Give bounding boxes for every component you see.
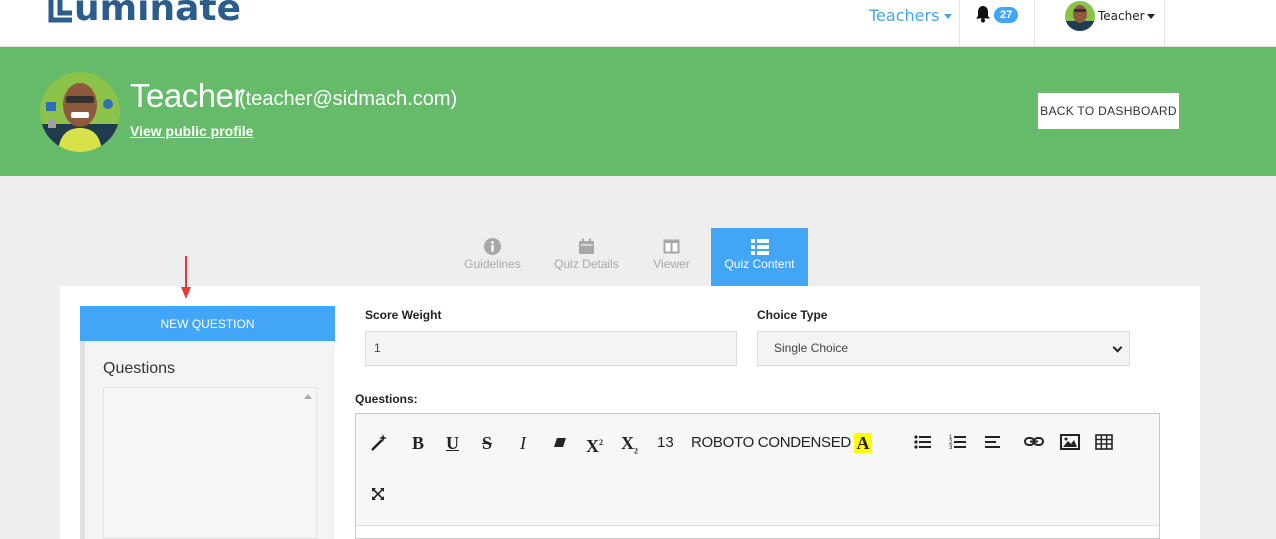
table-icon[interactable] [1095,432,1113,454]
profile-banner: Teacher (teacher@sidmach.com) View publi… [0,47,1276,176]
logo-text: uminate [74,0,242,29]
highlight-icon[interactable]: A [854,433,872,453]
choice-type-select[interactable]: Single Choice [757,331,1130,366]
profile-name: Teacher [130,77,244,114]
editor-toolbar: B U S I X2 X2 13 ROBOTO CONDENSED A 123 [356,414,1159,526]
info-circle-icon [484,238,501,255]
caret-down-icon [1146,14,1155,19]
back-to-dashboard-button[interactable]: BACK TO DASHBOARD [1038,93,1179,129]
eraser-icon[interactable] [552,432,568,454]
bold-icon[interactable]: B [412,432,424,454]
choice-type-value: Single Choice [774,341,849,355]
tab-label: Viewer [653,257,690,271]
font-size-selector[interactable]: 13 [657,432,674,454]
tab-label: Quiz Content [724,257,795,271]
strikethrough-icon[interactable]: S [482,432,492,454]
tab-guidelines[interactable]: Guidelines [445,228,540,286]
score-weight-input[interactable]: 1 [365,331,737,366]
questions-editor-label: Questions: [355,392,418,406]
scroll-up-icon[interactable] [304,394,312,399]
questions-list[interactable] [103,387,317,539]
calendar-icon [579,238,594,254]
italic-icon[interactable]: I [520,432,526,454]
profile-avatar [40,72,120,152]
annotation-arrow-icon [181,256,191,299]
teachers-label: Teachers [869,6,940,25]
user-menu[interactable]: Teacher [1098,9,1155,23]
new-question-button[interactable]: NEW QUESTION [80,306,335,341]
caret-down-icon [944,14,953,19]
unordered-list-icon[interactable] [914,432,932,454]
align-icon[interactable] [985,432,1001,454]
user-menu-label: Teacher [1098,9,1145,23]
fullscreen-icon[interactable] [370,486,386,508]
user-avatar[interactable] [1065,1,1095,31]
subscript-icon[interactable]: X2 [621,432,638,456]
ordered-list-icon[interactable]: 123 [949,432,967,454]
teachers-dropdown[interactable]: Teachers [869,6,953,25]
choice-type-label: Choice Type [757,308,828,322]
columns-icon [663,239,680,254]
svg-text:3: 3 [949,445,953,451]
questions-title: Questions [103,360,176,377]
nav-divider [1034,0,1035,47]
list-icon [750,239,769,255]
chevron-down-icon [1112,342,1123,353]
tab-quiz-content[interactable]: Quiz Content [711,228,808,286]
nav-divider [959,0,960,47]
superscript-icon[interactable]: X2 [586,432,603,456]
tab-viewer[interactable]: Viewer [624,228,719,286]
top-navbar: uminate Teachers 27 Teacher [0,0,1276,47]
profile-email: (teacher@sidmach.com) [239,88,458,110]
notifications-bell-icon[interactable] [974,5,992,28]
tab-label: Quiz Details [554,257,619,271]
link-icon[interactable] [1024,432,1044,454]
underline-icon[interactable]: U [446,432,459,454]
score-weight-label: Score Weight [365,308,442,322]
image-icon[interactable] [1060,432,1080,454]
question-editor: B U S I X2 X2 13 ROBOTO CONDENSED A 123 [355,413,1160,539]
nav-divider [1164,0,1165,47]
logo-mark-icon [48,0,72,23]
view-public-profile-link[interactable]: View public profile [130,123,253,139]
app-logo[interactable]: uminate [48,0,241,29]
magic-icon[interactable] [369,432,389,454]
font-name-selector[interactable]: ROBOTO CONDENSED [691,432,851,454]
tab-label: Guidelines [464,257,521,271]
tab-quiz-details[interactable]: Quiz Details [539,228,634,286]
notification-count-badge[interactable]: 27 [994,7,1019,23]
